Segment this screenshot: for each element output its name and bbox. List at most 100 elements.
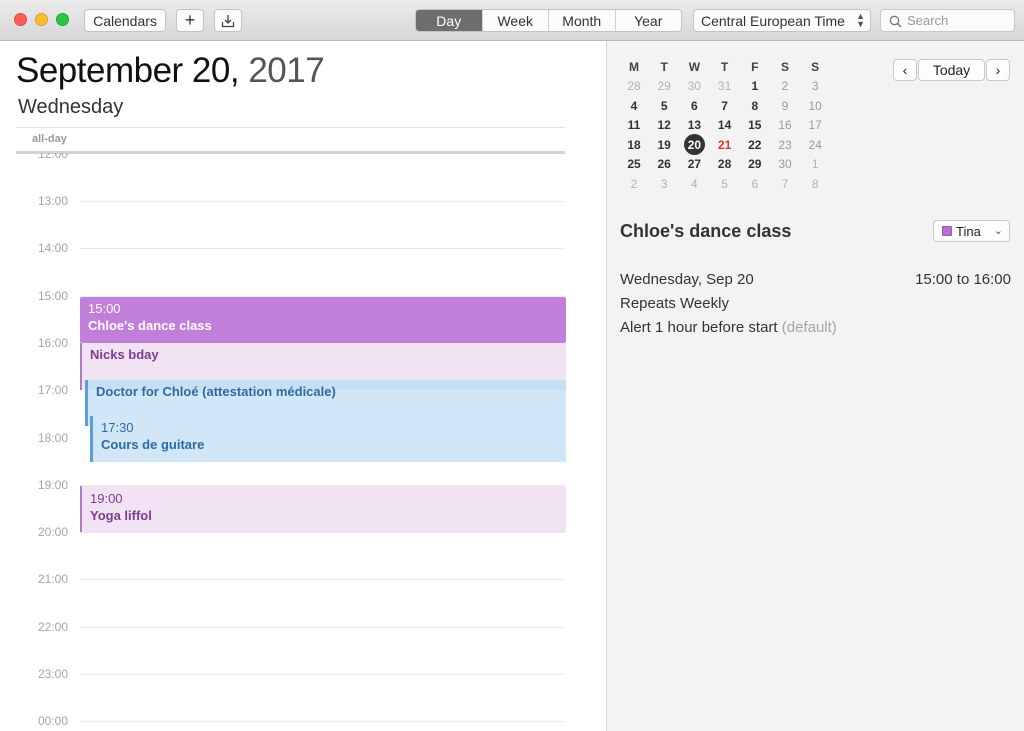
mini-calendar-day[interactable]: 1 [800,157,830,171]
today-button-label: Today [932,62,971,78]
mini-calendar-day[interactable]: 10 [800,99,830,113]
mini-calendar-day[interactable]: 18 [619,138,649,152]
mini-calendar-day[interactable]: 23 [770,138,800,152]
event-repeat[interactable]: Repeats Weekly [620,295,729,312]
mini-calendar-day[interactable]: 20 [679,133,709,155]
mini-calendar-day[interactable]: 28 [710,157,740,171]
mini-calendar-day[interactable]: 9 [770,99,800,113]
next-month-button[interactable]: › [986,59,1010,81]
mini-calendar-day[interactable]: 5 [649,99,679,113]
mini-calendar-day[interactable]: 22 [740,138,770,152]
download-button[interactable] [214,9,242,32]
weekday-header: T [720,60,729,74]
mini-calendar-day[interactable]: 13 [679,118,709,132]
mini-calendar-day[interactable]: 12 [649,118,679,132]
mini-calendar-day[interactable]: 14 [710,118,740,132]
mini-calendar-day[interactable]: 29 [740,157,770,171]
event-date[interactable]: Wednesday, Sep 20 [620,271,754,288]
hour-label: 19:00 [38,478,69,492]
mini-calendar-day[interactable]: 6 [740,177,770,191]
zoom-window-button[interactable] [56,13,69,26]
hour-label: 12:00 [38,147,69,161]
calendars-button-label: Calendars [93,12,157,29]
mini-calendar-day[interactable]: 30 [679,79,709,93]
timezone-select[interactable]: Central European Time ▲ ▼ [693,9,871,32]
mini-calendar-day[interactable]: 2 [619,177,649,191]
mini-calendar-day[interactable]: 5 [710,177,740,191]
calendars-button[interactable]: Calendars [84,9,166,32]
hour-line [80,579,565,580]
tab-day[interactable]: Day [416,10,483,31]
view-switcher: Day Week Month Year [415,9,682,32]
divider [16,127,565,128]
weekday-label: Wednesday [18,96,124,118]
close-window-button[interactable] [14,13,27,26]
tab-week[interactable]: Week [483,10,549,31]
mini-calendar-day[interactable]: 7 [770,177,800,191]
weekday-header: S [780,60,789,74]
search-input[interactable]: Search [880,9,1015,32]
calendar-select[interactable]: Tina ⌄ [933,220,1010,242]
event-title[interactable]: Chloe's dance class [620,221,791,242]
mini-calendar-day[interactable]: 4 [619,99,649,113]
mini-calendar-day[interactable]: 8 [740,99,770,113]
hour-label: 14:00 [38,241,69,255]
event-name: Chloe's dance class [88,318,212,333]
mini-calendar-day[interactable]: 28 [619,79,649,93]
mini-calendar-day[interactable]: 30 [770,157,800,171]
mini-calendar-day[interactable]: 31 [710,79,740,93]
day-view: September 20, 2017 Wednesday all-day 12:… [0,41,607,731]
hour-label: 16:00 [38,336,69,350]
mini-calendar-day[interactable]: 16 [770,118,800,132]
mini-calendar-day[interactable]: 3 [800,79,830,93]
mini-calendar-day[interactable]: 21 [710,138,740,152]
mini-calendar-day[interactable]: 1 [740,79,770,93]
event-name: Yoga liffol [90,508,152,523]
hour-line [80,627,565,628]
mini-calendar-day[interactable]: 19 [649,138,679,152]
hour-label: 13:00 [38,194,69,208]
weekday-header: M [629,60,639,74]
weekday-header: S [811,60,820,74]
hour-label: 20:00 [38,525,69,539]
hour-line [80,674,565,675]
event-time-range[interactable]: 15:00 to 16:00 [915,271,1011,288]
mini-calendar-day[interactable]: 25 [619,157,649,171]
hour-label: 15:00 [38,289,69,303]
weekday-header: T [660,60,668,74]
mini-calendar-day[interactable]: 11 [619,118,649,132]
event-cours-de-guitare[interactable]: 17:30 Cours de guitare [90,416,566,462]
mini-calendar-day[interactable]: 15 [740,118,770,132]
mini-calendar-day[interactable]: 24 [800,138,830,152]
mini-calendar-day[interactable]: 6 [679,99,709,113]
page-title: September 20, 2017 [16,51,325,91]
minimize-window-button[interactable] [35,13,48,26]
chevron-down-icon: ⌄ [993,225,1003,237]
event-chloes-dance-class[interactable]: 15:00 Chloe's dance class [80,297,566,343]
mini-calendar-day[interactable]: 17 [800,118,830,132]
event-name: Cours de guitare [101,437,205,452]
event-alert[interactable]: Alert 1 hour before start (default) [620,319,837,336]
hour-label: 17:00 [38,383,69,397]
inspector-panel: M T W T F S S 28 29 30 31 1 2 3 4 5 6 7 8 9 10 11 12 13 14 15 16 17… [607,41,1024,731]
mini-calendar-day[interactable]: 7 [710,99,740,113]
chevron-left-icon: ‹ [902,62,908,78]
tab-year[interactable]: Year [616,10,682,31]
previous-month-button[interactable]: ‹ [893,59,917,81]
tab-month[interactable]: Month [549,10,616,31]
mini-calendar-day[interactable]: 29 [649,79,679,93]
mini-calendar-day[interactable]: 26 [649,157,679,171]
hour-label: 18:00 [38,431,69,445]
today-button[interactable]: Today [918,59,985,81]
timezone-value: Central European Time [701,12,845,29]
download-icon [221,14,235,27]
mini-calendar-day[interactable]: 27 [679,157,709,171]
event-yoga-liffol[interactable]: 19:00 Yoga liffol [80,486,566,532]
event-name: Nicks bday [90,347,159,362]
mini-calendar-day[interactable]: 3 [649,177,679,191]
year-label: 2017 [248,51,325,90]
mini-calendar-day[interactable]: 8 [800,177,830,191]
mini-calendar-day[interactable]: 4 [679,177,709,191]
add-event-button[interactable]: + [176,9,204,32]
mini-calendar-day[interactable]: 2 [770,79,800,93]
